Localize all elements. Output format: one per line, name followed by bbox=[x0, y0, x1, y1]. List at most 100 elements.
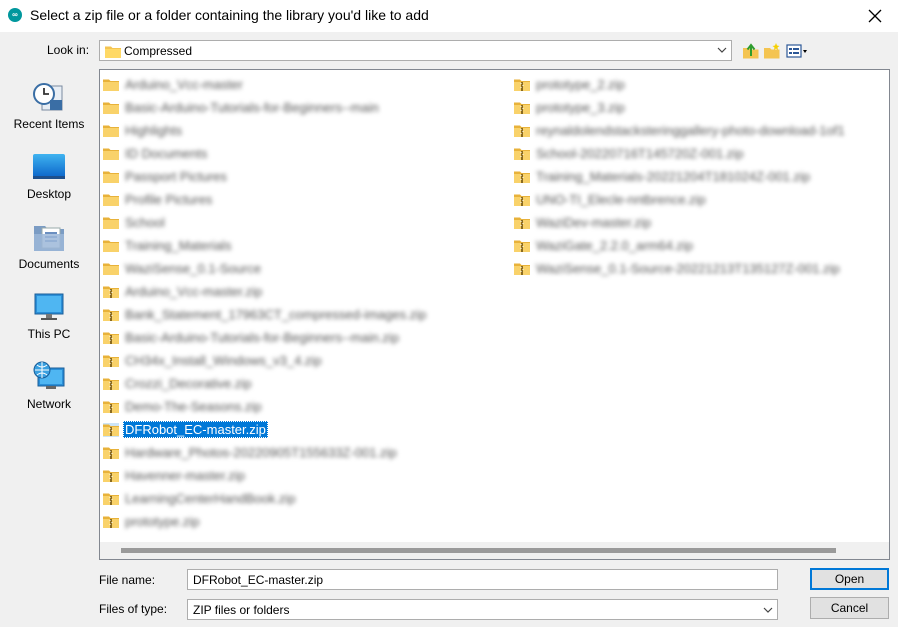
place-label: Desktop bbox=[26, 187, 72, 201]
zip-file-item[interactable]: LearningCenterHandBook.zip bbox=[100, 487, 428, 510]
folder-item[interactable]: Arduino_Vcc-master bbox=[100, 73, 428, 96]
up-folder-button[interactable] bbox=[741, 40, 761, 61]
place-label: This PC bbox=[27, 327, 71, 341]
zip-folder-icon bbox=[514, 262, 530, 276]
zip-file-item[interactable]: DFRobot_EC-master.zip bbox=[100, 418, 428, 441]
folder-icon bbox=[103, 124, 119, 138]
folder-icon bbox=[103, 193, 119, 207]
zip-file-item[interactable]: Crozzi_Decorative.zip bbox=[100, 372, 428, 395]
files-of-type-dropdown[interactable]: ZIP files or folders bbox=[187, 599, 778, 620]
place-network[interactable]: Network bbox=[6, 348, 92, 414]
zip-file-item[interactable]: Training_Materials-20221204T181024Z-001.… bbox=[511, 165, 847, 188]
file-name-text: UNO-TI_Elecle-nntbrence.zip bbox=[536, 192, 706, 207]
file-name-text: CH34x_Install_Windows_v3_4.zip bbox=[125, 353, 322, 368]
folder-item[interactable]: School bbox=[100, 211, 428, 234]
zip-folder-icon bbox=[103, 308, 119, 322]
place-desktop[interactable]: Desktop bbox=[6, 138, 92, 204]
chevron-down-icon bbox=[717, 44, 727, 56]
place-recent-items[interactable]: Recent Items bbox=[6, 68, 92, 134]
files-of-type-value: ZIP files or folders bbox=[193, 603, 290, 617]
folder-item[interactable]: ID Documents bbox=[100, 142, 428, 165]
zip-file-item[interactable]: Bank_Statement_17963CT_compressed-images… bbox=[100, 303, 428, 326]
desktop-icon bbox=[32, 150, 66, 184]
folder-item[interactable]: Highlights bbox=[100, 119, 428, 142]
zip-folder-icon bbox=[103, 492, 119, 506]
file-name-text: ID Documents bbox=[125, 146, 208, 161]
file-name-label: File name: bbox=[99, 573, 156, 587]
zip-file-item[interactable]: prototype.zip bbox=[100, 510, 428, 533]
folder-item[interactable]: Basic-Arduino-Tutorials-for-Beginners--m… bbox=[100, 96, 428, 119]
folder-item[interactable]: Passport Pictures bbox=[100, 165, 428, 188]
zip-file-item[interactable]: Hardware_Photos-20220905T155633Z-001.zip bbox=[100, 441, 428, 464]
file-name-text: WaziSense_0.1-Source-20221213T135127Z-00… bbox=[536, 261, 840, 276]
zip-file-item[interactable]: UNO-TI_Elecle-nntbrence.zip bbox=[511, 188, 847, 211]
zip-folder-icon bbox=[514, 101, 530, 115]
folder-icon bbox=[103, 262, 119, 276]
file-name-text: WaziDev-master.zip bbox=[536, 215, 652, 230]
zip-folder-icon bbox=[514, 216, 530, 230]
arduino-app-icon: ∞ bbox=[8, 8, 22, 22]
zip-file-item[interactable]: Arduino_Vcc-master.zip bbox=[100, 280, 428, 303]
folder-item[interactable]: WaziSense_0.1-Source bbox=[100, 257, 428, 280]
file-name-text: School bbox=[125, 215, 165, 230]
file-column-1: Arduino_Vcc-master Basic-Arduino-Tutorial… bbox=[100, 73, 428, 533]
places-sidebar: Recent Items Desktop Documents This PC N… bbox=[6, 68, 92, 424]
file-name-text: Profile Pictures bbox=[125, 192, 213, 207]
file-name-text: Training_Materials-20221204T181024Z-001.… bbox=[536, 169, 811, 184]
recent-items-icon bbox=[32, 80, 66, 114]
cancel-button[interactable]: Cancel bbox=[810, 597, 889, 619]
zip-file-item[interactable]: Basic-Arduino-Tutorials-for-Beginners--m… bbox=[100, 326, 428, 349]
horizontal-scrollbar[interactable] bbox=[100, 542, 889, 559]
zip-file-item[interactable]: WaziGate_2.2.0_arm64.zip bbox=[511, 234, 847, 257]
file-name-text: Basic-Arduino-Tutorials-for-Beginners--m… bbox=[125, 330, 400, 345]
file-name-text: School-20220716T145720Z-001.zip bbox=[536, 146, 744, 161]
file-name-text: LearningCenterHandBook.zip bbox=[125, 491, 296, 506]
zip-file-item[interactable]: WaziDev-master.zip bbox=[511, 211, 847, 234]
look-in-dropdown[interactable]: Compressed bbox=[99, 40, 732, 61]
folder-icon bbox=[105, 46, 121, 58]
folder-icon bbox=[103, 78, 119, 92]
close-button[interactable] bbox=[852, 0, 898, 32]
zip-file-item[interactable]: prototype_2.zip bbox=[511, 73, 847, 96]
zip-folder-icon bbox=[103, 354, 119, 368]
network-icon bbox=[32, 360, 66, 394]
window-title: Select a zip file or a folder containing… bbox=[30, 7, 429, 23]
folder-icon bbox=[103, 101, 119, 115]
zip-file-item[interactable]: WaziSense_0.1-Source-20221213T135127Z-00… bbox=[511, 257, 847, 280]
folder-item[interactable]: Training_Materials bbox=[100, 234, 428, 257]
zip-file-item[interactable]: Havenner-master.zip bbox=[100, 464, 428, 487]
place-label: Recent Items bbox=[13, 117, 85, 131]
zip-file-item[interactable]: Demo-The-Seasons.zip bbox=[100, 395, 428, 418]
new-folder-button[interactable] bbox=[762, 40, 782, 61]
up-folder-icon bbox=[743, 42, 759, 58]
folder-icon bbox=[103, 239, 119, 253]
open-button[interactable]: Open bbox=[810, 568, 889, 590]
zip-file-item[interactable]: CH34x_Install_Windows_v3_4.zip bbox=[100, 349, 428, 372]
zip-folder-icon bbox=[103, 422, 119, 437]
file-name-text: DFRobot_EC-master.zip bbox=[123, 421, 268, 438]
folder-icon bbox=[103, 216, 119, 230]
file-name-text: Basic-Arduino-Tutorials-for-Beginners--m… bbox=[125, 100, 379, 115]
place-this-pc[interactable]: This PC bbox=[6, 278, 92, 344]
file-list[interactable]: Arduino_Vcc-master Basic-Arduino-Tutorial… bbox=[99, 69, 890, 560]
look-in-value: Compressed bbox=[124, 44, 193, 58]
view-menu-button[interactable] bbox=[785, 40, 809, 61]
file-name-input[interactable]: DFRobot_EC-master.zip bbox=[187, 569, 778, 590]
look-in-label: Look in: bbox=[47, 43, 90, 57]
file-column-2: prototype_2.zip prototype_3.zip reynaldole… bbox=[511, 73, 847, 280]
this-pc-icon bbox=[32, 290, 66, 324]
file-name-text: Arduino_Vcc-master.zip bbox=[125, 284, 263, 299]
place-label: Documents bbox=[18, 257, 80, 271]
zip-file-item[interactable]: reynaldolendstacksteringgallery-photo-do… bbox=[511, 119, 847, 142]
file-name-text: Passport Pictures bbox=[125, 169, 227, 184]
file-name-text: prototype_3.zip bbox=[536, 100, 625, 115]
file-name-text: WaziGate_2.2.0_arm64.zip bbox=[536, 238, 694, 253]
place-documents[interactable]: Documents bbox=[6, 208, 92, 274]
zip-folder-icon bbox=[103, 377, 119, 391]
zip-file-item[interactable]: prototype_3.zip bbox=[511, 96, 847, 119]
zip-file-item[interactable]: School-20220716T145720Z-001.zip bbox=[511, 142, 847, 165]
folder-item[interactable]: Profile Pictures bbox=[100, 188, 428, 211]
files-of-type-label: Files of type: bbox=[99, 602, 168, 616]
folder-icon bbox=[103, 147, 119, 161]
scrollbar-thumb[interactable] bbox=[121, 548, 836, 553]
